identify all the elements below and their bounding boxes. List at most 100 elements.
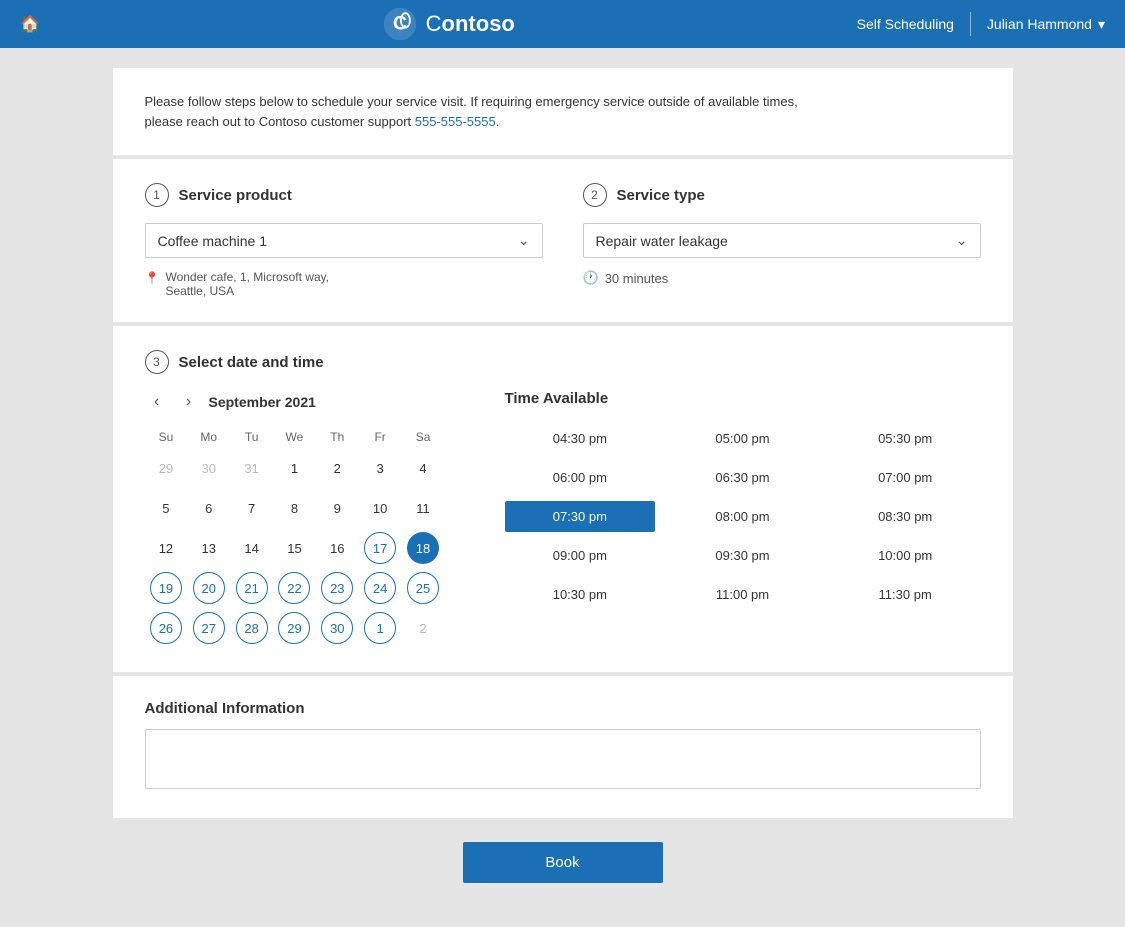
calendar-week-row: 12 13 14 15 16 17 18 [145,528,445,568]
calendar-day[interactable]: 27 [193,612,225,644]
calendar-day[interactable]: 3 [364,452,396,484]
calendar-day[interactable]: 18 [407,532,439,564]
book-button[interactable]: Book [463,842,663,883]
calendar-day[interactable]: 21 [236,572,268,604]
duration-text: 30 minutes [605,271,669,286]
calendar-day-header: Mo [187,426,230,448]
logo-icon: C [382,6,418,42]
calendar-day[interactable]: 9 [321,492,353,524]
user-chevron-icon: ▾ [1098,16,1105,33]
steps-1-2-row: 1 Service product Coffee machine 1 ⌄ 📍 W… [145,183,981,298]
calendar-day[interactable]: 24 [364,572,396,604]
step-2-title: Service type [617,187,705,204]
step-3-card: 3 Select date and time ‹ › September 202… [113,326,1013,672]
header: 🏠 C Contoso Self Scheduling Julian Hammo… [0,0,1125,48]
calendar-day[interactable]: 26 [150,612,182,644]
calendar-day[interactable]: 20 [193,572,225,604]
time-slot[interactable]: 04:30 pm [505,423,656,454]
service-type-value: Repair water leakage [596,233,728,249]
chevron-down-icon: ⌄ [518,232,530,249]
calendar-nav: ‹ › September 2021 [145,390,445,414]
additional-info-input[interactable] [145,729,981,789]
calendar-day[interactable]: 5 [150,492,182,524]
time-slot[interactable]: 10:30 pm [505,579,656,610]
additional-info-label: Additional Information [145,700,981,717]
calendar-day[interactable]: 1 [364,612,396,644]
calendar-day[interactable]: 2 [321,452,353,484]
logo: C Contoso [382,6,515,42]
service-product-value: Coffee machine 1 [158,233,267,249]
calendar-day[interactable]: 19 [150,572,182,604]
service-type-dropdown[interactable]: Repair water leakage ⌄ [583,223,981,258]
intro-text: Please follow steps below to schedule yo… [145,92,981,131]
time-slot[interactable]: 11:00 pm [667,579,818,610]
steps-1-2-card: 1 Service product Coffee machine 1 ⌄ 📍 W… [113,159,1013,322]
step-2-section: 2 Service type Repair water leakage ⌄ 🕐 … [583,183,981,298]
calendar-day[interactable]: 15 [278,532,310,564]
calendar-day[interactable]: 17 [364,532,396,564]
calendar-week-row: 56789 10 11 [145,488,445,528]
calendar-day: 31 [236,452,268,484]
calendar-day: 29 [150,452,182,484]
step-3-number: 3 [145,350,169,374]
time-slot[interactable]: 08:00 pm [667,501,818,532]
calendar-day[interactable]: 12 [150,532,182,564]
time-available-title: Time Available [505,390,981,407]
calendar-day[interactable]: 25 [407,572,439,604]
step-1-section: 1 Service product Coffee machine 1 ⌄ 📍 W… [145,183,543,298]
calendar-next-button[interactable]: › [177,390,201,414]
calendar-day[interactable]: 1 [278,452,310,484]
time-slot[interactable]: 06:30 pm [667,462,818,493]
calendar-week-row: 262728293012 [145,608,445,648]
time-section: Time Available 04:30 pm05:00 pm05:30 pm0… [505,390,981,648]
time-slot[interactable]: 05:30 pm [830,423,981,454]
home-button[interactable]: 🏠 [20,14,40,34]
time-slot[interactable]: 06:00 pm [505,462,656,493]
time-slot[interactable]: 10:00 pm [830,540,981,571]
calendar-week-row: 2930311234 [145,448,445,488]
user-menu[interactable]: Julian Hammond ▾ [987,16,1105,33]
location-icon: 📍 [145,271,160,285]
calendar-day[interactable]: 14 [236,532,268,564]
support-phone-link[interactable]: 555-555-5555 [415,114,496,129]
calendar-grid: SuMoTuWeThFrSa 2930311234567891011121314… [145,426,445,648]
logo-text: Contoso [426,11,515,37]
calendar-day[interactable]: 10 [364,492,396,524]
calendar-day[interactable]: 4 [407,452,439,484]
calendar-day[interactable]: 13 [193,532,225,564]
step-3-title: Select date and time [179,354,324,371]
calendar-prev-button[interactable]: ‹ [145,390,169,414]
calendar-day[interactable]: 23 [321,572,353,604]
calendar-day[interactable]: 16 [321,532,353,564]
calendar-day[interactable]: 28 [236,612,268,644]
location-info: 📍 Wonder cafe, 1, Microsoft way,Seattle,… [145,270,543,298]
calendar-section: ‹ › September 2021 SuMoTuWeThFrSa 293031… [145,390,445,648]
calendar-week-row: 19 20 21 22 23 24 25 [145,568,445,608]
calendar-month-label: September 2021 [209,394,316,410]
time-slot[interactable]: 09:30 pm [667,540,818,571]
clock-icon: 🕐 [583,270,599,286]
calendar-day[interactable]: 11 [407,492,439,524]
step-2-header: 2 Service type [583,183,981,207]
time-grid: 04:30 pm 05:00 pm 05:30 pm 06:00 pm 06:30 pm… [505,423,981,610]
calendar-day[interactable]: 6 [193,492,225,524]
additional-info-card: Additional Information [113,676,1013,818]
calendar-body: 2930311234567891011121314151617181920212… [145,448,445,648]
time-slot[interactable]: 07:30 pm [505,501,656,532]
time-slot[interactable]: 05:00 pm [667,423,818,454]
calendar-day[interactable]: 8 [278,492,310,524]
time-slot[interactable]: 09:00 pm [505,540,656,571]
calendar-day[interactable]: 30 [321,612,353,644]
calendar-day[interactable]: 7 [236,492,268,524]
calendar-day-header: Tu [230,426,273,448]
user-name: Julian Hammond [987,16,1092,32]
calendar-day[interactable]: 29 [278,612,310,644]
header-divider [970,12,971,36]
calendar-day[interactable]: 22 [278,572,310,604]
time-slot[interactable]: 07:00 pm [830,462,981,493]
step-1-header: 1 Service product [145,183,543,207]
service-product-dropdown[interactable]: Coffee machine 1 ⌄ [145,223,543,258]
time-slot[interactable]: 11:30 pm [830,579,981,610]
chevron-down-icon-2: ⌄ [956,232,968,249]
time-slot[interactable]: 08:30 pm [830,501,981,532]
